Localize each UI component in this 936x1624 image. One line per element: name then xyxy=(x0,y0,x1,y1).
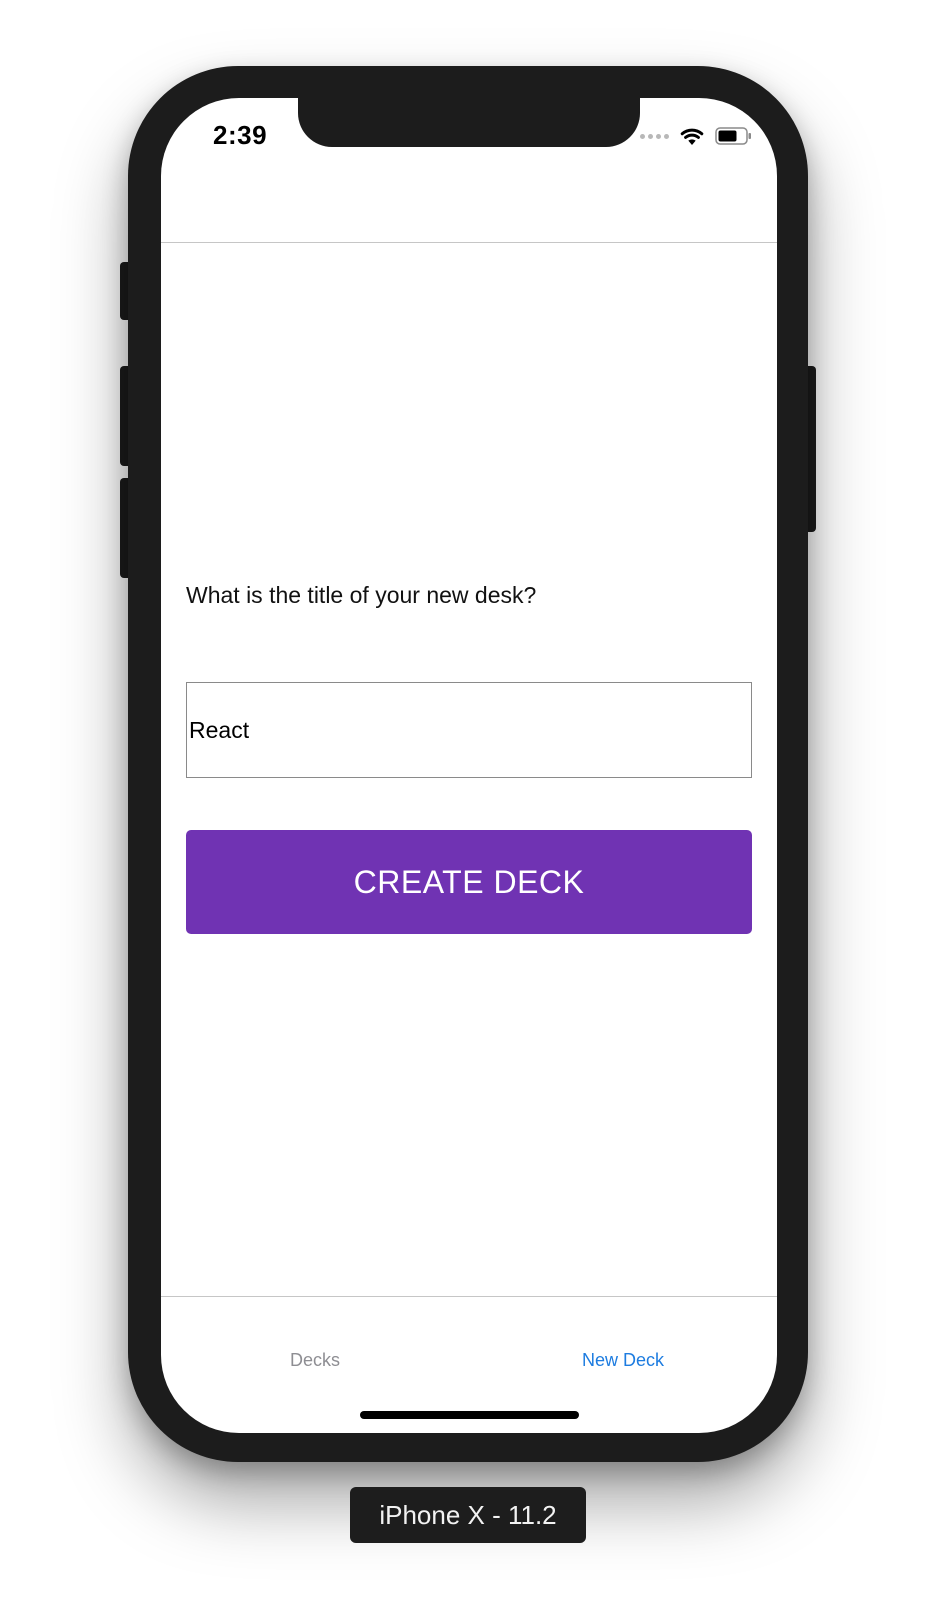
battery-icon xyxy=(715,127,751,145)
deck-title-question: What is the title of your new desk? xyxy=(186,582,537,608)
simulator-device-label: iPhone X - 11.2 xyxy=(350,1487,586,1543)
home-indicator[interactable] xyxy=(360,1411,579,1419)
header-divider xyxy=(161,242,777,243)
notch xyxy=(298,98,640,147)
wifi-icon xyxy=(680,128,704,145)
simulator-stage: 2:39 What is the title of your new desk?… xyxy=(0,0,936,1624)
tab-bar-divider xyxy=(161,1296,777,1297)
create-deck-button[interactable]: CREATE DECK xyxy=(186,830,752,934)
tab-decks[interactable]: Decks xyxy=(161,1350,469,1371)
status-icons xyxy=(640,126,753,146)
signal-dots-icon xyxy=(640,133,669,139)
phone-screen: 2:39 What is the title of your new desk?… xyxy=(161,98,777,1433)
deck-title-input[interactable] xyxy=(186,682,752,778)
status-time: 2:39 xyxy=(213,120,268,150)
tab-new-deck[interactable]: New Deck xyxy=(469,1350,777,1371)
